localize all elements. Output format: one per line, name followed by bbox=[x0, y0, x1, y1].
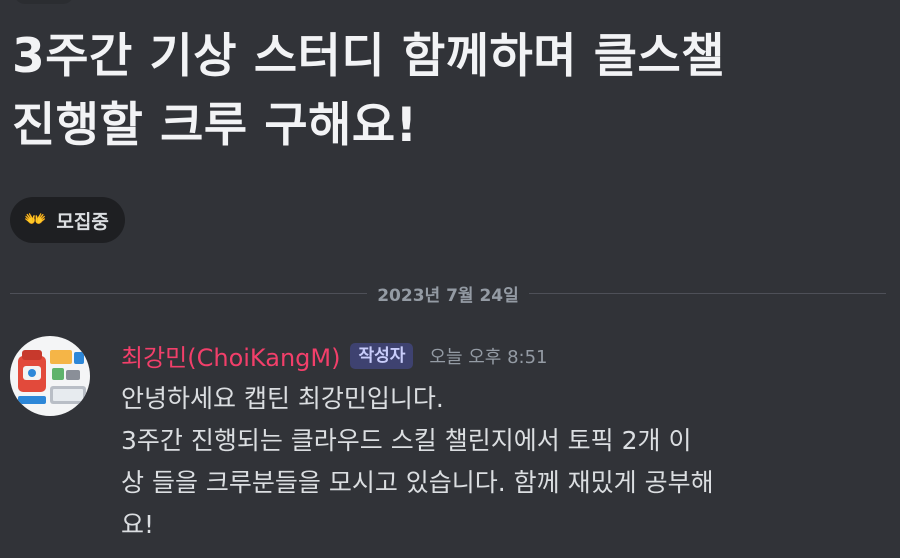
message-timestamp: 오늘 오후 8:51 bbox=[429, 346, 548, 368]
message-line: 요! bbox=[121, 510, 155, 539]
previous-element-fragment bbox=[14, 0, 74, 4]
thread-title-line-1: 3주간 기상 스터디 함께하며 클스챌 bbox=[12, 29, 726, 84]
message-line: 안녕하세요 캡틴 최강민입니다. bbox=[121, 384, 444, 413]
message-content: 안녕하세요 캡틴 최강민입니다. 3주간 진행되는 클라우드 스킬 챌린지에서 … bbox=[121, 378, 821, 546]
divider-line-left bbox=[10, 292, 368, 294]
thread-title-line-2: 진행할 크루 구해요! bbox=[12, 98, 418, 153]
op-badge: 작성자 bbox=[350, 342, 414, 369]
divider-date: 2023년 7월 24일 bbox=[377, 285, 519, 306]
message-line: 3주간 진행되는 클라우드 스킬 챌린지에서 토픽 2개 이 bbox=[121, 426, 692, 455]
divider-line-right bbox=[528, 292, 886, 294]
thread-view: 3주간 기상 스터디 함께하며 클스챌 진행할 크루 구해요! 👐 모집중 20… bbox=[0, 0, 900, 558]
avatar-illustration-icon bbox=[18, 350, 86, 404]
message-line: 상 들을 크루분들을 모시고 있습니다. 함께 재밌게 공부해 bbox=[121, 468, 714, 497]
recruiting-tag[interactable]: 👐 모집중 bbox=[10, 197, 125, 243]
open-hands-icon: 👐 bbox=[24, 209, 47, 230]
tag-label: 모집중 bbox=[56, 210, 109, 233]
message-header: 최강민(ChoiKangM) 작성자 오늘 오후 8:51 bbox=[121, 338, 548, 373]
thread-title: 3주간 기상 스터디 함께하며 클스챌 진행할 크루 구해요! bbox=[12, 22, 892, 160]
avatar[interactable] bbox=[10, 336, 90, 416]
author-name[interactable]: 최강민(ChoiKangM) bbox=[121, 338, 340, 373]
date-divider: 2023년 7월 24일 bbox=[10, 280, 886, 306]
